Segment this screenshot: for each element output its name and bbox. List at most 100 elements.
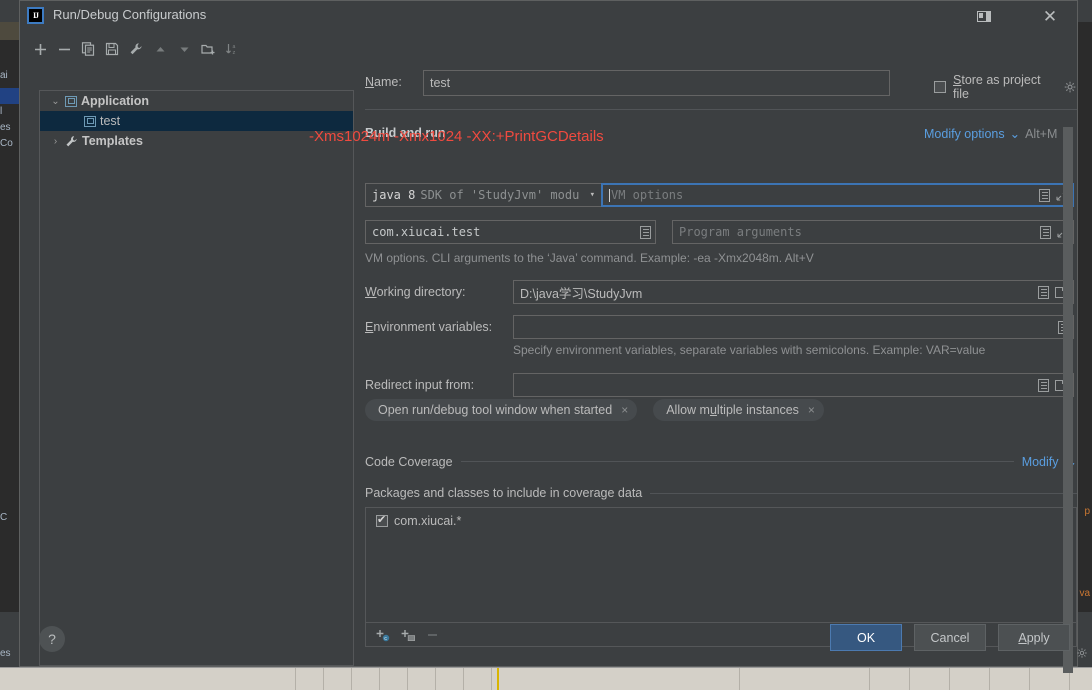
taskbar-active-marker xyxy=(497,668,499,690)
modify-options-link[interactable]: Modify options xyxy=(924,127,1005,141)
coverage-patterns-list[interactable]: com.xiucai.* xyxy=(365,507,1077,623)
chip-remove-icon[interactable]: × xyxy=(808,403,815,417)
browse-class-icon[interactable] xyxy=(640,225,651,239)
chevron-down-icon[interactable]: ⌄ xyxy=(1010,126,1020,141)
taskbar-cell xyxy=(436,668,464,690)
intellij-logo-text: IJ xyxy=(32,11,39,20)
ide-text-fragment-6: es xyxy=(0,648,11,659)
tree-node-templates[interactable]: › Templates xyxy=(40,131,353,151)
taskbar-cell xyxy=(910,668,950,690)
ide-right-fragment-1: p xyxy=(1084,506,1090,517)
cancel-button[interactable]: Cancel xyxy=(914,624,986,651)
option-chips: Open run/debug tool window when started … xyxy=(365,399,824,421)
taskbar-cell xyxy=(408,668,436,690)
intellij-logo-icon: IJ xyxy=(27,7,44,24)
configurations-tree[interactable]: ⌄ Application test › Templates xyxy=(39,90,354,666)
ide-right-fragment-2: va xyxy=(1079,588,1090,599)
add-configuration-button[interactable] xyxy=(29,38,51,60)
ide-tab-strip xyxy=(0,22,19,40)
environment-variables-input[interactable] xyxy=(513,315,1074,339)
main-class-input[interactable]: com.xiucai.test xyxy=(365,220,656,244)
coverage-packages-title: Packages and classes to include in cover… xyxy=(365,486,643,500)
macro-list-icon[interactable] xyxy=(1038,285,1049,299)
main-class-field-icons xyxy=(640,221,651,243)
section-divider xyxy=(365,109,1077,110)
taskbar-cell xyxy=(296,668,324,690)
chip-remove-icon[interactable]: × xyxy=(621,403,628,417)
coverage-modify-link[interactable]: Modify xyxy=(1022,455,1059,469)
ide-selected-line xyxy=(0,88,19,104)
sort-alphabetically-button[interactable]: a z xyxy=(221,38,243,60)
chevron-down-icon[interactable]: ⌄ xyxy=(50,96,61,107)
modify-options-shortcut: Alt+M xyxy=(1025,126,1058,141)
jdk-selector[interactable]: java 8 SDK of 'StudyJvm' modu ▾ xyxy=(365,183,603,207)
macro-list-icon[interactable] xyxy=(1038,378,1049,392)
taskbar-cell xyxy=(870,668,910,690)
name-input[interactable]: test xyxy=(423,70,890,96)
ide-text-fragment-1: ai xyxy=(0,70,8,81)
coverage-item-checkbox[interactable] xyxy=(376,513,388,527)
environment-variables-hint: Specify environment variables, separate … xyxy=(513,343,986,357)
move-down-button[interactable] xyxy=(173,38,195,60)
help-button[interactable]: ? xyxy=(39,626,65,652)
text-cursor xyxy=(609,188,610,202)
tree-node-application[interactable]: ⌄ Application xyxy=(40,91,353,111)
vm-options-input[interactable]: VM options xyxy=(601,183,1074,207)
settings-scrollbar[interactable] xyxy=(1063,127,1073,673)
tree-node-test[interactable]: test xyxy=(40,111,353,131)
ide-text-fragment-4: Co xyxy=(0,138,13,149)
close-icon[interactable]: ✕ xyxy=(1038,5,1062,27)
copy-configuration-button[interactable] xyxy=(77,38,99,60)
main-class-value: com.xiucai.test xyxy=(372,225,481,239)
coverage-item-label: com.xiucai.* xyxy=(394,514,462,528)
tree-node-label: Application xyxy=(81,94,150,108)
divider xyxy=(460,461,1014,462)
jdk-version: java 8 xyxy=(372,188,416,202)
ide-text-fragment-2: l xyxy=(0,106,3,117)
store-as-project-file-label: Store as project file xyxy=(953,73,1041,101)
chip-label: Allow multiple instances xyxy=(666,403,799,417)
save-configuration-button[interactable] xyxy=(101,38,123,60)
chevron-right-icon[interactable]: › xyxy=(50,136,61,147)
edit-templates-wrench-icon[interactable] xyxy=(125,38,147,60)
taskbar-cell xyxy=(464,668,492,690)
screen: ai l es Co C es p va IJ Run/Debug Config… xyxy=(0,0,1092,690)
working-directory-input[interactable]: D:\java学习\StudyJvm xyxy=(513,280,1074,304)
remove-configuration-button[interactable] xyxy=(53,38,75,60)
ok-button[interactable]: OK xyxy=(830,624,902,651)
program-arguments-input[interactable]: Program arguments xyxy=(672,220,1074,244)
coverage-list-item[interactable]: com.xiucai.* xyxy=(366,508,1076,528)
ide-settings-gear-icon xyxy=(1076,647,1088,662)
taskbar-cell xyxy=(830,668,870,690)
apply-button[interactable]: Apply xyxy=(998,624,1070,651)
taskbar-cell xyxy=(950,668,990,690)
store-as-project-file-checkbox[interactable]: Store as project file xyxy=(934,73,1077,101)
chip-open-run-debug-tool-window[interactable]: Open run/debug tool window when started … xyxy=(365,399,638,421)
split-panel-icon[interactable] xyxy=(972,5,996,27)
taskbar-cell xyxy=(324,668,352,690)
scrollbar-thumb[interactable] xyxy=(1063,127,1073,673)
redirect-input-field[interactable] xyxy=(513,373,1074,397)
annotation-text: -Xms1024m -Xmx1024 -XX:+PrintGCDetails xyxy=(309,128,604,145)
windows-taskbar xyxy=(0,667,1092,690)
new-folder-button[interactable] xyxy=(197,38,219,60)
macro-list-icon[interactable] xyxy=(1040,225,1051,239)
jdk-description: SDK of 'StudyJvm' modu xyxy=(420,188,580,202)
ide-text-fragment-5: C xyxy=(0,512,8,523)
chevron-down-icon[interactable]: ▾ xyxy=(590,190,595,200)
taskbar-cell xyxy=(520,668,740,690)
chip-allow-multiple-instances[interactable]: Allow multiple instances × xyxy=(653,399,824,421)
macro-list-icon[interactable] xyxy=(1039,188,1050,202)
working-directory-label: Working directory: xyxy=(365,285,466,299)
checkbox-box[interactable] xyxy=(934,81,946,93)
gear-icon[interactable] xyxy=(1064,81,1077,94)
coverage-packages-header: Packages and classes to include in cover… xyxy=(365,486,1077,500)
taskbar-cell xyxy=(268,668,296,690)
svg-text:z: z xyxy=(232,50,235,56)
move-up-button[interactable] xyxy=(149,38,171,60)
application-icon xyxy=(84,115,96,127)
taskbar-cell xyxy=(352,668,380,690)
program-arguments-placeholder: Program arguments xyxy=(679,225,802,239)
code-coverage-title: Code Coverage xyxy=(365,454,453,469)
redirect-input-label: Redirect input from: xyxy=(365,378,475,392)
